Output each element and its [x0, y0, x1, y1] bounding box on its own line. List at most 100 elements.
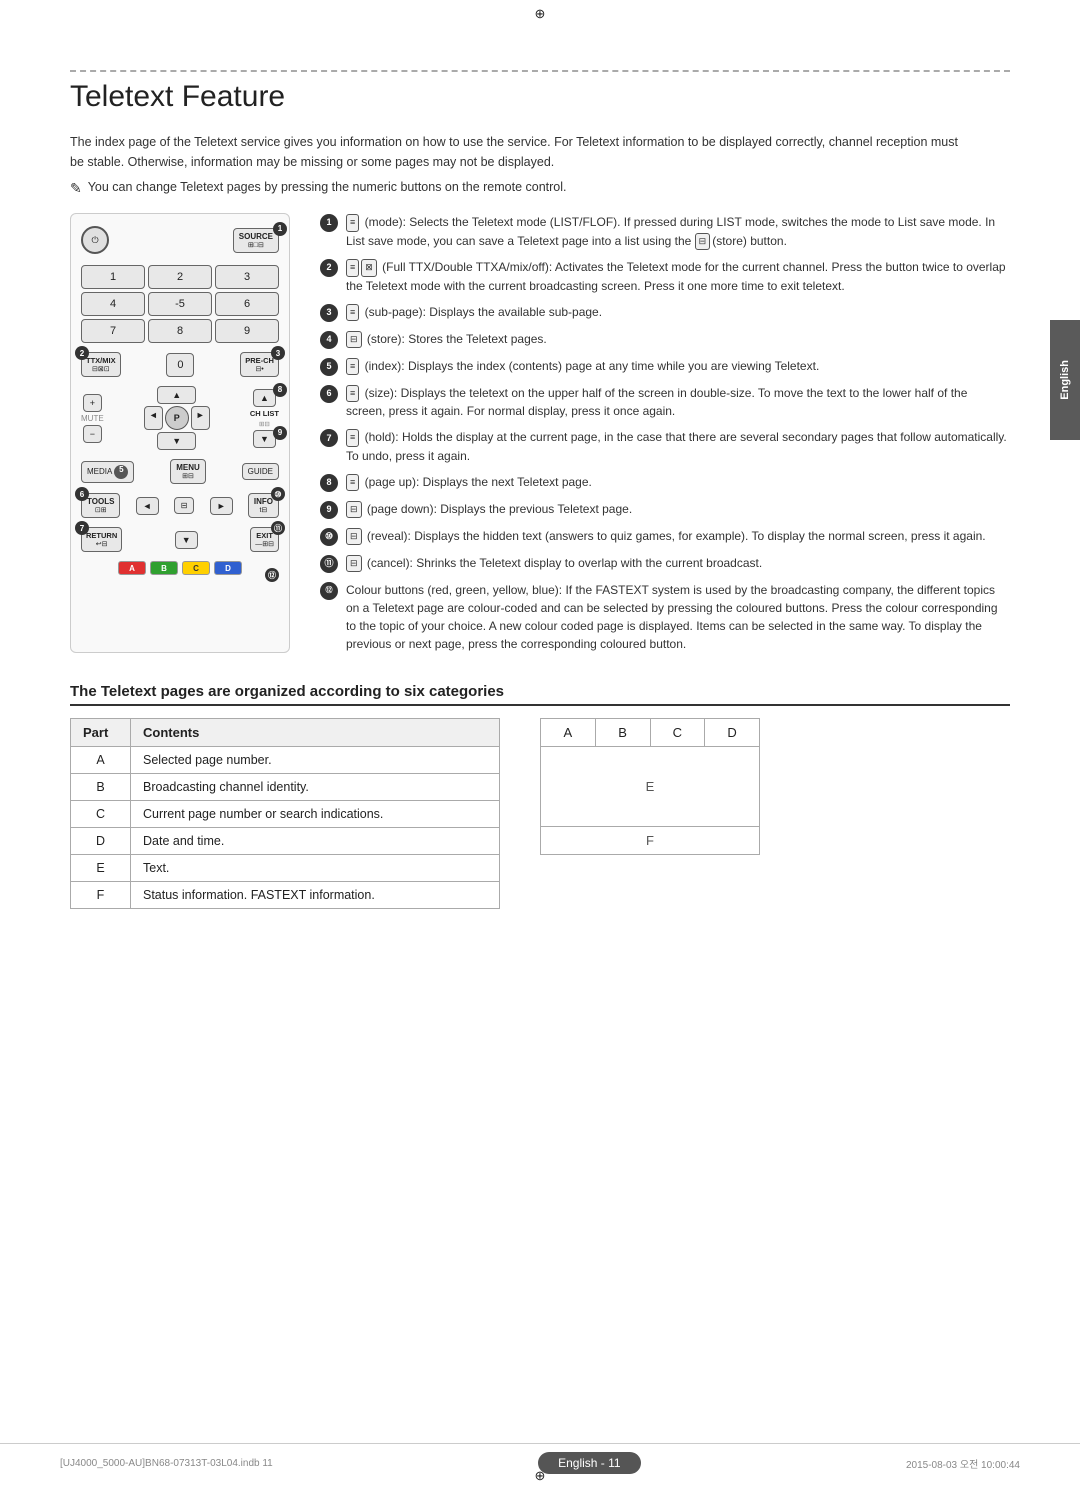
- power-button: ⏻: [81, 226, 109, 254]
- table-row: D Date and time.: [71, 827, 500, 854]
- part-c: C: [71, 800, 131, 827]
- instr-icon-5: ≡: [346, 358, 359, 376]
- table-row: A Selected page number.: [71, 746, 500, 773]
- remote-diagram: ⏻ SOURCE ⊞□⊟ 1 1 2 3 4 -5: [70, 213, 290, 653]
- color-btn-d: D: [214, 561, 242, 575]
- ttx-row: TTX/MIX ⊟⊠⊡ 2 0 PRE-CH ⊟• 3: [81, 352, 279, 377]
- color-buttons-row: A B C D: [118, 561, 242, 575]
- contents-d: Date and time.: [131, 827, 500, 854]
- badge-12: ⑫: [265, 568, 279, 582]
- badge-7: 7: [75, 521, 89, 535]
- tt-main-area: E: [541, 747, 759, 827]
- num-0: 0: [166, 353, 194, 377]
- instr-text-5: ≡ (index): Displays the index (contents)…: [346, 357, 819, 376]
- part-e: E: [71, 854, 131, 881]
- table-layout: Part Contents A Selected page number. B …: [70, 718, 1010, 909]
- table-row: C Current page number or search indicati…: [71, 800, 500, 827]
- part-d: D: [71, 827, 131, 854]
- footer-page-label: English - 11: [538, 1452, 640, 1474]
- remote-inner: ⏻ SOURCE ⊞□⊟ 1 1 2 3 4 -5: [81, 226, 279, 578]
- note-text: ✎ You can change Teletext pages by press…: [70, 180, 1010, 197]
- num-7: 7: [81, 319, 145, 343]
- instr-num-3: 3: [320, 304, 338, 322]
- nav-right: ►: [191, 406, 210, 430]
- side-tab-label: English: [1059, 360, 1071, 400]
- footer: [UJ4000_5000-AU]BN68-07313T-03L04.indb 1…: [0, 1443, 1080, 1474]
- square-btn: ⊟: [174, 497, 195, 514]
- instr-num-11: ⑪: [320, 555, 338, 573]
- instr-num-1: 1: [320, 214, 338, 232]
- vol-up: +: [83, 394, 102, 412]
- instr-icon-8: ≡: [346, 474, 359, 492]
- instr-num-10: ⑩: [320, 528, 338, 546]
- tt-bottom-row: F: [541, 827, 759, 854]
- footer-timestamp: 2015-08-03 오전 10:00:44: [906, 1456, 1020, 1471]
- vol-nav-row: + MUTE − ▲ ◄ P ► ▼: [81, 386, 279, 450]
- num-1: 1: [81, 265, 145, 289]
- source-button: SOURCE ⊞□⊟: [233, 228, 279, 253]
- color-btn-b: B: [150, 561, 178, 575]
- arrow-left: ◄: [136, 497, 159, 515]
- contents-e: Text.: [131, 854, 500, 881]
- top-crosshair-icon: ⊕: [535, 6, 546, 21]
- tt-cell-c: C: [651, 719, 706, 746]
- instr-text-2: ≡⊠ (Full TTX/Double TTXA/mix/off): Activ…: [346, 258, 1010, 295]
- instr-item-8: 8 ≡ (page up): Displays the next Teletex…: [320, 473, 1010, 492]
- nav-left: ◄: [144, 406, 163, 430]
- badge-11: ⑪: [271, 521, 285, 535]
- instr-text-11: ⊟ (cancel): Shrinks the Teletext display…: [346, 554, 762, 573]
- contents-b: Broadcasting channel identity.: [131, 773, 500, 800]
- instr-icon-4: ⊟: [346, 331, 362, 349]
- num-4: 4: [81, 292, 145, 316]
- part-a: A: [71, 746, 131, 773]
- num-8: 8: [148, 319, 212, 343]
- col-header-part: Part: [71, 718, 131, 746]
- numpad: 1 2 3 4 -5 6 7 8 9: [81, 265, 279, 343]
- menu-button: MENU ⊞⊟: [170, 459, 206, 484]
- badge-6: 6: [75, 487, 89, 501]
- num-6: 6: [215, 292, 279, 316]
- tt-cell-d: D: [705, 719, 759, 746]
- arrow-down: ▼: [175, 531, 198, 549]
- media-button: MEDIA5: [81, 461, 134, 483]
- instr-num-6: 6: [320, 385, 338, 403]
- table-row: E Text.: [71, 854, 500, 881]
- instr-text-9: ⊟ (page down): Displays the previous Tel…: [346, 500, 632, 519]
- instr-text-1: ≡ (mode): Selects the Teletext mode (LIS…: [346, 213, 1010, 250]
- instr-item-4: 4 ⊟ (store): Stores the Teletext pages.: [320, 330, 1010, 349]
- note-icon: ✎: [70, 180, 82, 197]
- footer-file-info: [UJ4000_5000-AU]BN68-07313T-03L04.indb 1…: [60, 1458, 273, 1469]
- num-5: -5: [148, 292, 212, 316]
- badge-3: 3: [271, 346, 285, 360]
- note-content: You can change Teletext pages by pressin…: [88, 180, 567, 194]
- instr-icon-3: ≡: [346, 304, 359, 322]
- badge-1: 1: [273, 222, 287, 236]
- num-3: 3: [215, 265, 279, 289]
- side-tab: English: [1050, 320, 1080, 440]
- part-f: F: [71, 881, 131, 908]
- color-btn-a: A: [118, 561, 146, 575]
- instr-item-2: 2 ≡⊠ (Full TTX/Double TTXA/mix/off): Act…: [320, 258, 1010, 295]
- tt-cell-b: B: [596, 719, 651, 746]
- instr-num-12: ⑫: [320, 582, 338, 600]
- power-source-row: ⏻ SOURCE ⊞□⊟ 1: [81, 226, 279, 254]
- main-content: ⏻ SOURCE ⊞□⊟ 1 1 2 3 4 -5: [70, 213, 1010, 653]
- tt-cell-a: A: [541, 719, 596, 746]
- instr-num-8: 8: [320, 474, 338, 492]
- instr-icon-2b: ⊠: [361, 259, 377, 277]
- contents-a: Selected page number.: [131, 746, 500, 773]
- instr-item-7: 7 ≡ (hold): Holds the display at the cur…: [320, 428, 1010, 465]
- media-menu-row: MEDIA5 MENU ⊞⊟ GUIDE: [81, 459, 279, 484]
- instr-text-3: ≡ (sub-page): Displays the available sub…: [346, 303, 602, 322]
- table-title: The Teletext pages are organized accordi…: [70, 683, 1010, 706]
- instr-icon-11: ⊟: [346, 555, 362, 573]
- table-row: B Broadcasting channel identity.: [71, 773, 500, 800]
- table-section: The Teletext pages are organized accordi…: [70, 683, 1010, 909]
- part-b: B: [71, 773, 131, 800]
- col-header-contents: Contents: [131, 718, 500, 746]
- instr-icon-7: ≡: [346, 429, 359, 447]
- instr-num-5: 5: [320, 358, 338, 376]
- instr-num-2: 2: [320, 259, 338, 277]
- store-icon-inline: ⊟: [695, 233, 711, 251]
- instr-text-7: ≡ (hold): Holds the display at the curre…: [346, 428, 1010, 465]
